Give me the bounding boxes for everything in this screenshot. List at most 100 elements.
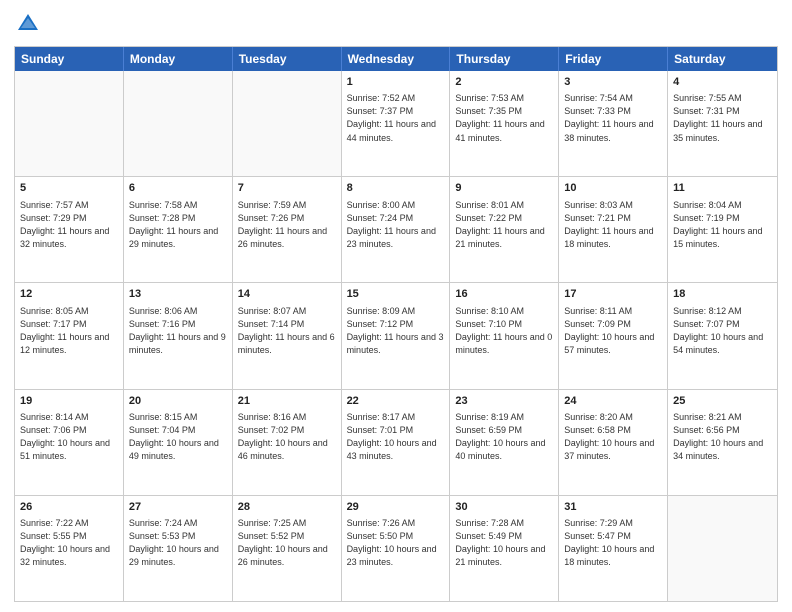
calendar-week-2: 5 Sunrise: 7:57 AM Sunset: 7:29 PM Daylig… — [15, 176, 777, 282]
day-cell-14: 14 Sunrise: 8:07 AM Sunset: 7:14 PM Dayli… — [233, 283, 342, 388]
day-content: Sunrise: 7:54 AM Sunset: 7:33 PM Dayligh… — [564, 92, 662, 144]
day-number: 12 — [20, 287, 118, 302]
day-number: 24 — [564, 394, 662, 409]
day-cell-17: 17 Sunrise: 8:11 AM Sunset: 7:09 PM Dayli… — [559, 283, 668, 388]
day-cell-26: 26 Sunrise: 7:22 AM Sunset: 5:55 PM Dayli… — [15, 496, 124, 601]
day-number: 26 — [20, 500, 118, 515]
day-cell-1: 1Sunrise: 7:52 AM Sunset: 7:37 PM Daylig… — [342, 71, 451, 176]
day-number: 25 — [673, 394, 772, 409]
header-day-sunday: Sunday — [15, 47, 124, 71]
day-cell-15: 15 Sunrise: 8:09 AM Sunset: 7:12 PM Dayli… — [342, 283, 451, 388]
day-number: 18 — [673, 287, 772, 302]
day-number: 10 — [564, 181, 662, 196]
header-day-tuesday: Tuesday — [233, 47, 342, 71]
day-content: Sunrise: 7:52 AM Sunset: 7:37 PM Dayligh… — [347, 92, 445, 144]
day-content: Sunrise: 8:12 AM Sunset: 7:07 PM Dayligh… — [673, 305, 772, 357]
day-content: Sunrise: 7:59 AM Sunset: 7:26 PM Dayligh… — [238, 199, 336, 251]
day-cell-2: 2Sunrise: 7:53 AM Sunset: 7:35 PM Daylig… — [450, 71, 559, 176]
day-content: Sunrise: 7:28 AM Sunset: 5:49 PM Dayligh… — [455, 517, 553, 569]
day-number: 14 — [238, 287, 336, 302]
day-content: Sunrise: 7:26 AM Sunset: 5:50 PM Dayligh… — [347, 517, 445, 569]
header-day-friday: Friday — [559, 47, 668, 71]
header-day-wednesday: Wednesday — [342, 47, 451, 71]
day-content: Sunrise: 7:22 AM Sunset: 5:55 PM Dayligh… — [20, 517, 118, 569]
day-content: Sunrise: 8:19 AM Sunset: 6:59 PM Dayligh… — [455, 411, 553, 463]
day-content: Sunrise: 8:15 AM Sunset: 7:04 PM Dayligh… — [129, 411, 227, 463]
day-content: Sunrise: 7:25 AM Sunset: 5:52 PM Dayligh… — [238, 517, 336, 569]
day-number: 13 — [129, 287, 227, 302]
day-content: Sunrise: 8:07 AM Sunset: 7:14 PM Dayligh… — [238, 305, 336, 357]
day-number: 5 — [20, 181, 118, 196]
day-cell-22: 22Sunrise: 8:17 AM Sunset: 7:01 PM Dayli… — [342, 390, 451, 495]
day-cell-28: 28 Sunrise: 7:25 AM Sunset: 5:52 PM Dayli… — [233, 496, 342, 601]
calendar-week-5: 26 Sunrise: 7:22 AM Sunset: 5:55 PM Dayli… — [15, 495, 777, 601]
day-cell-10: 10 Sunrise: 8:03 AM Sunset: 7:21 PM Dayli… — [559, 177, 668, 282]
day-number: 30 — [455, 500, 553, 515]
day-content: Sunrise: 8:09 AM Sunset: 7:12 PM Dayligh… — [347, 305, 445, 357]
day-cell-5: 5 Sunrise: 7:57 AM Sunset: 7:29 PM Daylig… — [15, 177, 124, 282]
day-content: Sunrise: 8:03 AM Sunset: 7:21 PM Dayligh… — [564, 199, 662, 251]
day-cell-23: 23 Sunrise: 8:19 AM Sunset: 6:59 PM Dayli… — [450, 390, 559, 495]
day-cell-11: 11Sunrise: 8:04 AM Sunset: 7:19 PM Dayli… — [668, 177, 777, 282]
day-cell-16: 16 Sunrise: 8:10 AM Sunset: 7:10 PM Dayli… — [450, 283, 559, 388]
empty-cell — [233, 71, 342, 176]
empty-cell — [124, 71, 233, 176]
day-number: 9 — [455, 181, 553, 196]
logo-icon — [14, 10, 42, 38]
day-content: Sunrise: 8:20 AM Sunset: 6:58 PM Dayligh… — [564, 411, 662, 463]
day-content: Sunrise: 7:57 AM Sunset: 7:29 PM Dayligh… — [20, 199, 118, 251]
day-number: 27 — [129, 500, 227, 515]
day-cell-31: 31Sunrise: 7:29 AM Sunset: 5:47 PM Dayli… — [559, 496, 668, 601]
day-content: Sunrise: 8:00 AM Sunset: 7:24 PM Dayligh… — [347, 199, 445, 251]
logo — [14, 10, 46, 38]
day-number: 29 — [347, 500, 445, 515]
calendar-week-4: 19 Sunrise: 8:14 AM Sunset: 7:06 PM Dayli… — [15, 389, 777, 495]
day-content: Sunrise: 8:11 AM Sunset: 7:09 PM Dayligh… — [564, 305, 662, 357]
day-number: 4 — [673, 75, 772, 90]
day-content: Sunrise: 7:53 AM Sunset: 7:35 PM Dayligh… — [455, 92, 553, 144]
day-cell-24: 24 Sunrise: 8:20 AM Sunset: 6:58 PM Dayli… — [559, 390, 668, 495]
day-number: 21 — [238, 394, 336, 409]
calendar-week-1: 1Sunrise: 7:52 AM Sunset: 7:37 PM Daylig… — [15, 71, 777, 176]
day-number: 15 — [347, 287, 445, 302]
day-content: Sunrise: 8:21 AM Sunset: 6:56 PM Dayligh… — [673, 411, 772, 463]
day-number: 28 — [238, 500, 336, 515]
day-cell-25: 25 Sunrise: 8:21 AM Sunset: 6:56 PM Dayli… — [668, 390, 777, 495]
day-cell-27: 27Sunrise: 7:24 AM Sunset: 5:53 PM Dayli… — [124, 496, 233, 601]
day-content: Sunrise: 8:05 AM Sunset: 7:17 PM Dayligh… — [20, 305, 118, 357]
calendar: SundayMondayTuesdayWednesdayThursdayFrid… — [14, 46, 778, 602]
day-cell-3: 3Sunrise: 7:54 AM Sunset: 7:33 PM Daylig… — [559, 71, 668, 176]
calendar-body: 1Sunrise: 7:52 AM Sunset: 7:37 PM Daylig… — [15, 71, 777, 601]
day-cell-29: 29 Sunrise: 7:26 AM Sunset: 5:50 PM Dayli… — [342, 496, 451, 601]
day-cell-4: 4Sunrise: 7:55 AM Sunset: 7:31 PM Daylig… — [668, 71, 777, 176]
day-number: 6 — [129, 181, 227, 196]
day-content: Sunrise: 8:04 AM Sunset: 7:19 PM Dayligh… — [673, 199, 772, 251]
day-number: 7 — [238, 181, 336, 196]
empty-cell — [668, 496, 777, 601]
day-number: 31 — [564, 500, 662, 515]
header-day-thursday: Thursday — [450, 47, 559, 71]
day-content: Sunrise: 7:58 AM Sunset: 7:28 PM Dayligh… — [129, 199, 227, 251]
day-content: Sunrise: 8:10 AM Sunset: 7:10 PM Dayligh… — [455, 305, 553, 357]
day-cell-13: 13 Sunrise: 8:06 AM Sunset: 7:16 PM Dayli… — [124, 283, 233, 388]
day-cell-9: 9Sunrise: 8:01 AM Sunset: 7:22 PM Daylig… — [450, 177, 559, 282]
day-number: 8 — [347, 181, 445, 196]
day-content: Sunrise: 8:16 AM Sunset: 7:02 PM Dayligh… — [238, 411, 336, 463]
day-content: Sunrise: 8:14 AM Sunset: 7:06 PM Dayligh… — [20, 411, 118, 463]
page-header — [14, 10, 778, 38]
day-number: 17 — [564, 287, 662, 302]
calendar-week-3: 12 Sunrise: 8:05 AM Sunset: 7:17 PM Dayli… — [15, 282, 777, 388]
header-day-saturday: Saturday — [668, 47, 777, 71]
day-content: Sunrise: 8:06 AM Sunset: 7:16 PM Dayligh… — [129, 305, 227, 357]
day-number: 16 — [455, 287, 553, 302]
header-day-monday: Monday — [124, 47, 233, 71]
page-container: SundayMondayTuesdayWednesdayThursdayFrid… — [0, 0, 792, 612]
day-cell-8: 8 Sunrise: 8:00 AM Sunset: 7:24 PM Daylig… — [342, 177, 451, 282]
empty-cell — [15, 71, 124, 176]
day-number: 19 — [20, 394, 118, 409]
day-number: 20 — [129, 394, 227, 409]
calendar-header: SundayMondayTuesdayWednesdayThursdayFrid… — [15, 47, 777, 71]
day-number: 22 — [347, 394, 445, 409]
day-cell-18: 18 Sunrise: 8:12 AM Sunset: 7:07 PM Dayli… — [668, 283, 777, 388]
day-number: 23 — [455, 394, 553, 409]
